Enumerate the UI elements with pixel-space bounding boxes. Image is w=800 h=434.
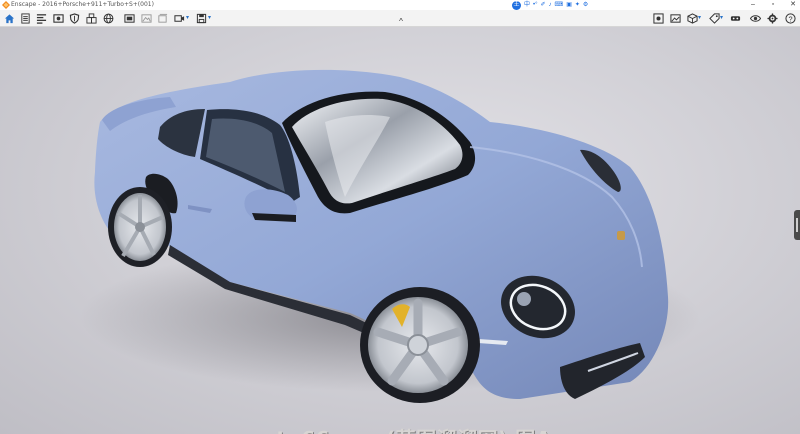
video-button[interactable] — [173, 12, 185, 24]
ime-item-settings[interactable]: ⚙ — [583, 0, 588, 10]
home-icon — [4, 13, 14, 23]
home-button[interactable] — [3, 12, 15, 24]
screenshot-button[interactable] — [52, 12, 64, 24]
tag-icon — [708, 12, 720, 24]
image-icon — [140, 13, 152, 23]
visual-settings-button[interactable] — [652, 12, 664, 24]
gallery-icon — [669, 13, 681, 23]
settings-button[interactable] — [766, 12, 778, 24]
ime-badge[interactable]: 王 — [512, 0, 521, 10]
minimize-button[interactable]: – — [748, 0, 758, 10]
ime-item-toolbox[interactable]: ▣ — [566, 0, 572, 10]
batch-render-button[interactable] — [156, 12, 168, 24]
ime-item-skin[interactable]: ✦ — [575, 0, 580, 10]
help-button[interactable]: ? — [784, 12, 796, 24]
collapse-toolbar-chevron-icon[interactable]: ^ — [396, 18, 406, 26]
gallery-button[interactable] — [669, 12, 681, 24]
render-viewport[interactable]: www.caotu66.com(草图溜溜网) 图A — [0, 27, 800, 434]
material-dropdown-chevron-icon[interactable]: ▾ — [720, 14, 726, 22]
live-view-button[interactable] — [749, 12, 761, 24]
ime-toolbar: 王 中 •° ✐ ♪ ⌨ ▣ ✦ ⚙ — [512, 0, 588, 10]
watermark-text: www.caotu66.com(草图溜溜网) 图A — [172, 423, 552, 434]
list-icon — [36, 13, 46, 24]
panorama-button[interactable] — [102, 12, 114, 24]
close-button[interactable]: ✕ — [788, 0, 798, 10]
eye-icon — [749, 14, 761, 22]
cube-icon — [686, 12, 698, 24]
side-panel-handle[interactable] — [794, 210, 800, 240]
camera-frame-icon — [52, 13, 64, 23]
globe-icon — [103, 13, 113, 23]
window-controls: – ▫ ✕ — [748, 0, 798, 10]
ime-item-chinese[interactable]: 中 — [524, 0, 530, 10]
batch-render-icon — [157, 13, 167, 23]
enscape-logo-icon — [2, 1, 10, 9]
shield-icon — [69, 12, 79, 24]
ime-item-keyboard[interactable]: ⌨ — [555, 0, 564, 10]
views-button[interactable] — [123, 12, 135, 24]
objects-dropdown-chevron-icon[interactable]: ▾ — [698, 14, 704, 22]
vr-button[interactable] — [729, 12, 741, 24]
vr-headset-icon — [730, 15, 740, 21]
maximize-button[interactable]: ▫ — [768, 0, 778, 10]
video-dropdown-chevron-icon[interactable]: ▾ — [186, 14, 192, 22]
box-stack-icon — [85, 12, 97, 24]
export-button[interactable] — [195, 12, 207, 24]
save-export-icon — [196, 13, 206, 23]
ime-item-handwriting[interactable]: ✐ — [541, 0, 546, 10]
list-button[interactable] — [35, 12, 47, 24]
export-dropdown-chevron-icon[interactable]: ▾ — [208, 14, 214, 22]
material-button[interactable] — [708, 12, 720, 24]
window-title: Enscape - 2016+Porsche+911+Turbo+S+(001) — [11, 1, 154, 8]
document-button[interactable] — [19, 12, 31, 24]
image-button[interactable] — [140, 12, 152, 24]
ime-item-punctuation[interactable]: •° — [533, 0, 538, 10]
help-icon: ? — [784, 12, 796, 24]
ime-item-voice[interactable]: ♪ — [549, 0, 552, 10]
svg-text:?: ? — [788, 14, 792, 23]
shield-button[interactable] — [68, 12, 80, 24]
asset-library-button[interactable] — [85, 12, 97, 24]
gear-icon — [766, 12, 778, 24]
video-camera-icon — [173, 14, 184, 22]
document-icon — [20, 12, 30, 24]
views-icon — [123, 13, 135, 23]
objects-button[interactable] — [686, 12, 698, 24]
car-render — [80, 69, 700, 403]
sun-frame-icon — [652, 12, 664, 24]
